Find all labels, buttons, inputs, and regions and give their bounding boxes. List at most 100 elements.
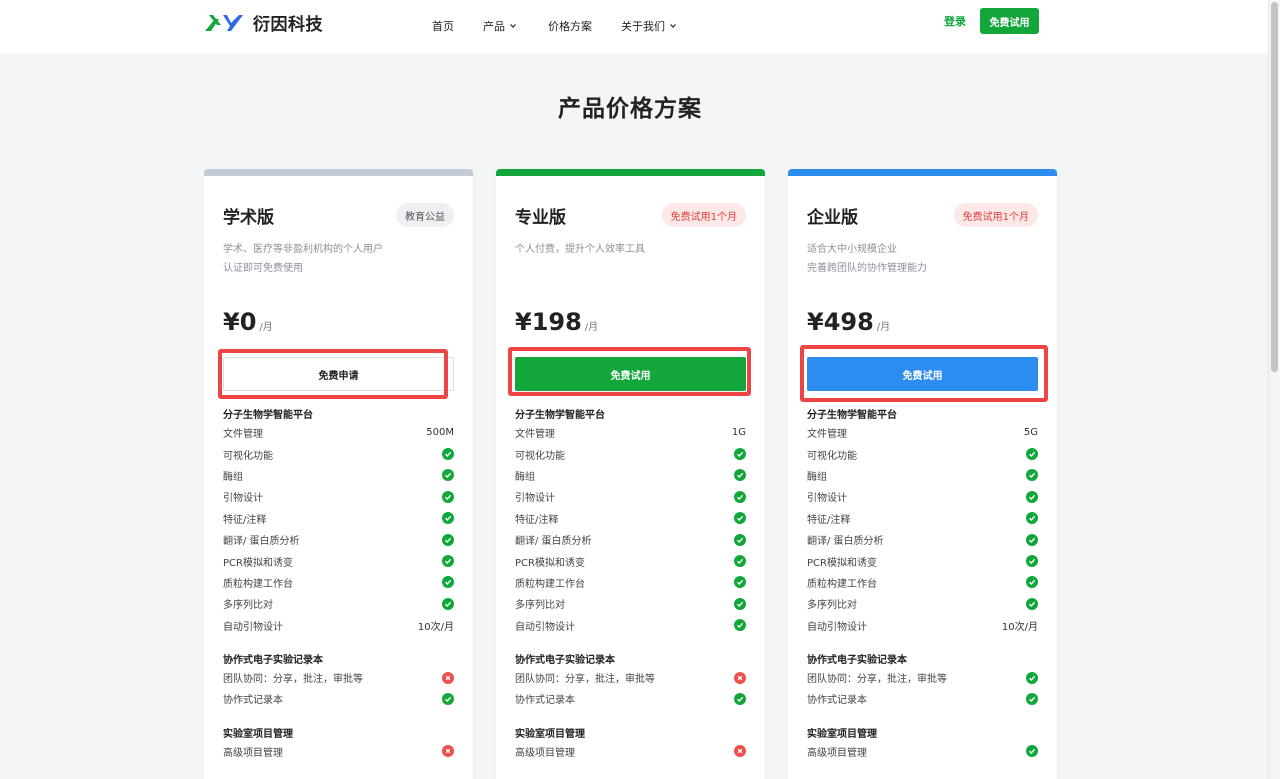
check-icon — [442, 533, 454, 546]
check-icon — [1026, 448, 1038, 461]
plan-description-line: 个人付费，提升个人效率工具 — [515, 244, 645, 255]
feature-section-title: 实验室项目管理 — [515, 728, 585, 740]
chevron-down-icon — [670, 24, 676, 28]
feature-row: 质粒构建工作台 — [515, 572, 746, 593]
feature-label: 翻译/ 蛋白质分析 — [223, 536, 300, 548]
feature-label: 可视化功能 — [223, 450, 273, 462]
feature-label: 翻译/ 蛋白质分析 — [807, 536, 884, 548]
scrollbar[interactable] — [1268, 0, 1280, 779]
feature-value: 10次/月 — [1001, 621, 1038, 633]
check-icon — [1026, 469, 1038, 482]
plan-card-academic: 学术版 教育公益 学术、医疗等非盈利机构的个人用户 认证即可免费使用 ¥0 /月… — [204, 169, 473, 779]
feature-label: 特征/注释 — [223, 514, 267, 526]
feature-row: PCR模拟和诱变 — [807, 550, 1038, 571]
cross-icon — [442, 671, 454, 684]
feature-label: 自动引物设计 — [807, 621, 867, 633]
feature-value: 5G — [1023, 427, 1038, 439]
highlight-box — [218, 349, 448, 399]
cross-icon — [734, 745, 746, 758]
plan-card-enterprise: 企业版 免费试用1个月 适合大中小规模企业 完善跨团队的协作管理能力 ¥498 … — [788, 169, 1057, 779]
feature-row: 文件管理 500M — [223, 422, 454, 443]
feature-label: PCR模拟和诱变 — [515, 557, 585, 569]
feature-row: 协作式记录本 — [223, 688, 454, 709]
main-nav: 首页 产品 价格方案 关于我们 — [432, 18, 677, 34]
logo[interactable]: 衍因科技 — [203, 10, 323, 35]
check-icon — [734, 555, 746, 568]
cross-icon — [442, 745, 454, 758]
feature-row: 酶组 — [223, 465, 454, 486]
feature-label: 酶组 — [515, 471, 535, 483]
nav-home[interactable]: 首页 — [432, 18, 483, 34]
feature-label: 多序列比对 — [223, 600, 273, 612]
feature-row: 翻译/ 蛋白质分析 — [515, 529, 746, 550]
plan-price: ¥498 /月 — [807, 308, 890, 336]
plan-description: 适合大中小规模企业 完善跨团队的协作管理能力 — [807, 240, 1038, 278]
feature-label: PCR模拟和诱变 — [223, 557, 293, 569]
nav-products[interactable]: 产品 — [483, 18, 548, 34]
feature-section-title: 协作式电子实验记录本 — [223, 654, 323, 666]
feature-row: 高级项目管理 — [223, 741, 454, 762]
logo-mark-icon — [205, 14, 243, 31]
price-amount: ¥0 — [223, 308, 257, 336]
check-icon — [442, 490, 454, 503]
card-top-bar — [788, 169, 1057, 176]
check-icon — [442, 555, 454, 568]
plan-description-line: 完善跨团队的协作管理能力 — [807, 263, 927, 274]
header-trial-button[interactable]: 免费试用 — [980, 8, 1039, 34]
login-link[interactable]: 登录 — [944, 13, 966, 29]
plan-price: ¥0 /月 — [223, 308, 273, 336]
plan-description: 个人付费，提升个人效率工具 — [515, 240, 746, 259]
feature-label: 酶组 — [223, 471, 243, 483]
feature-row: 团队协同：分享，批注，审批等 — [223, 667, 454, 688]
plan-card-pro: 专业版 免费试用1个月 个人付费，提升个人效率工具 ¥198 /月 免费试用 分… — [496, 169, 765, 779]
feature-section-title: 分子生物学智能平台 — [223, 410, 313, 421]
nav-about[interactable]: 关于我们 — [621, 18, 677, 34]
feature-row: 自动引物设计 — [515, 615, 746, 636]
check-icon — [1026, 512, 1038, 525]
feature-row: 特征/注释 — [807, 508, 1038, 529]
chevron-down-icon — [510, 24, 516, 28]
feature-label: 引物设计 — [515, 493, 555, 505]
feature-label: 引物设计 — [223, 493, 263, 505]
feature-row: 酶组 — [807, 465, 1038, 486]
feature-row: 引物设计 — [515, 486, 746, 507]
price-unit: /月 — [259, 322, 273, 333]
plan-price: ¥198 /月 — [515, 308, 598, 336]
scrollbar-thumb[interactable] — [1271, 2, 1278, 372]
nav-products-label: 产品 — [483, 20, 505, 33]
feature-label: 自动引物设计 — [223, 621, 283, 633]
feature-value: 1G — [731, 427, 746, 439]
feature-section-title: 分子生物学智能平台 — [807, 410, 897, 421]
check-icon — [734, 490, 746, 503]
check-icon — [734, 512, 746, 525]
feature-label: 多序列比对 — [515, 600, 565, 612]
check-icon — [1026, 597, 1038, 610]
feature-value: 10次/月 — [417, 621, 454, 633]
feature-row: PCR模拟和诱变 — [515, 550, 746, 571]
feature-label: 自动引物设计 — [515, 621, 575, 633]
feature-label: 质粒构建工作台 — [223, 578, 293, 590]
check-icon — [734, 533, 746, 546]
check-icon — [1026, 533, 1038, 546]
feature-row: 协作式记录本 — [807, 688, 1038, 709]
price-amount: ¥498 — [807, 308, 874, 336]
cross-icon — [734, 671, 746, 684]
feature-section-title: 协作式电子实验记录本 — [807, 654, 907, 666]
feature-label: 高级项目管理 — [807, 747, 867, 759]
nav-pricing[interactable]: 价格方案 — [548, 18, 621, 34]
feature-row: 特征/注释 — [223, 508, 454, 529]
nav-pricing-label: 价格方案 — [548, 20, 592, 33]
check-icon — [442, 576, 454, 589]
check-icon — [734, 597, 746, 610]
feature-label: 引物设计 — [807, 493, 847, 505]
feature-label: 质粒构建工作台 — [515, 578, 585, 590]
feature-section-title: 实验室项目管理 — [223, 728, 293, 740]
price-unit: /月 — [584, 322, 599, 333]
check-icon — [1026, 490, 1038, 503]
feature-label: 高级项目管理 — [515, 747, 575, 759]
plan-description: 学术、医疗等非盈利机构的个人用户 认证即可免费使用 — [223, 240, 454, 278]
feature-section-title: 实验室项目管理 — [807, 728, 877, 740]
price-amount: ¥198 — [515, 308, 582, 336]
